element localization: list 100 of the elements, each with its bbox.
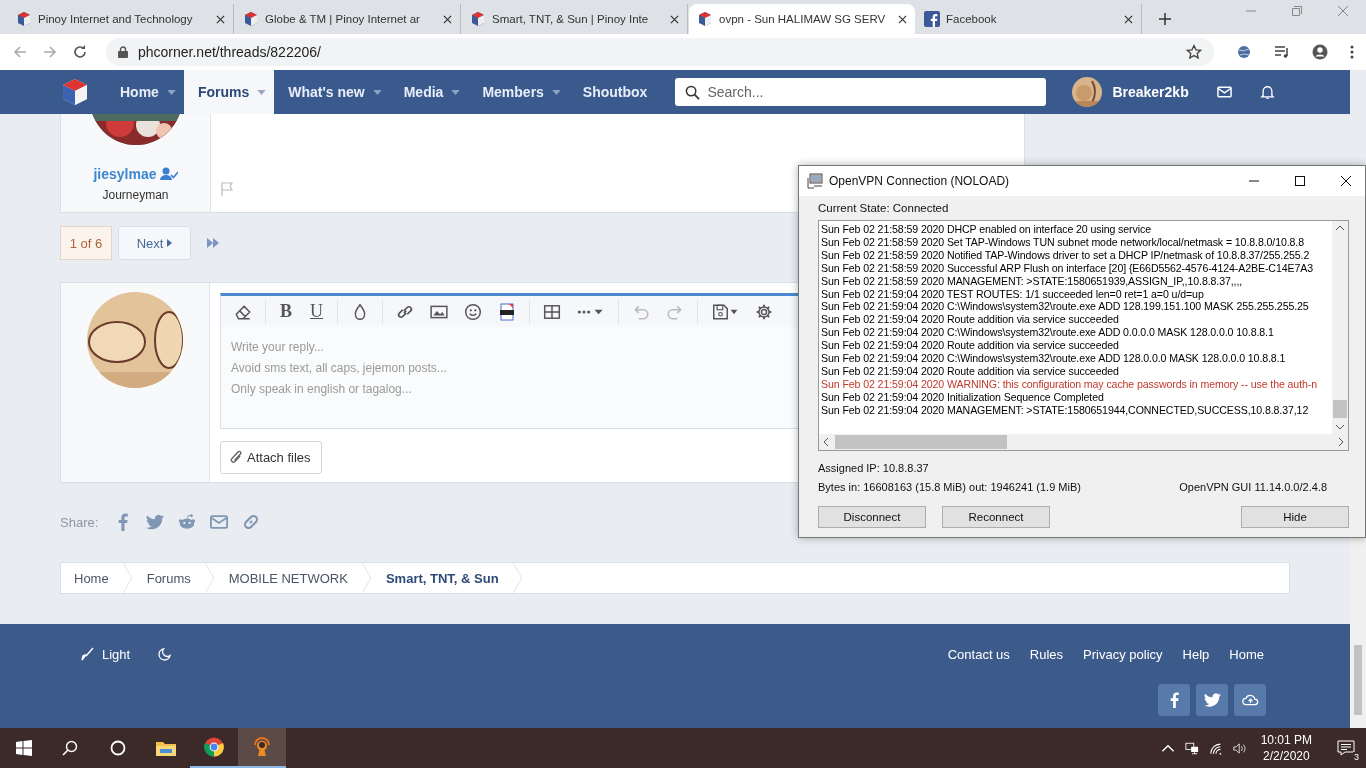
caret-icon[interactable] <box>372 89 382 95</box>
notifications-button[interactable]: 3 <box>1326 728 1366 768</box>
page-indicator[interactable]: 1 of 6 <box>60 226 112 260</box>
footer-link[interactable]: Help <box>1182 646 1210 662</box>
tab-title: ovpn - Sun HALIMAW SG SERV <box>719 13 887 25</box>
underline-button[interactable]: U <box>302 301 331 322</box>
footer-link[interactable]: Rules <box>1029 646 1064 662</box>
search-icon <box>685 85 701 100</box>
close-icon[interactable] <box>216 14 225 24</box>
last-page-icon[interactable] <box>207 238 219 248</box>
new-tab-icon[interactable] <box>1159 13 1171 25</box>
nav-tab[interactable]: Shoutbox <box>568 70 656 114</box>
scroll-thumb[interactable] <box>1333 400 1347 418</box>
lock-icon <box>118 46 128 58</box>
volume-icon[interactable] <box>1232 741 1247 755</box>
cloud-upload-button[interactable] <box>1234 684 1266 716</box>
twitter-icon[interactable] <box>146 513 165 531</box>
scroll-up-icon[interactable] <box>1335 225 1345 231</box>
reddit-icon[interactable] <box>178 513 197 531</box>
user-rank: Journeyman <box>102 188 169 202</box>
username[interactable]: Breaker2kb <box>1112 84 1189 100</box>
share-label: Share: <box>60 514 99 530</box>
cube-logo-icon <box>16 11 32 27</box>
log-line: Sun Feb 02 21:59:04 2020 TEST ROUTES: 1/1 succeeded len=0 ret=1 a=0 u/d=up <box>821 287 1205 301</box>
attach-files-button[interactable]: Attach files <box>220 441 322 474</box>
browser-tab[interactable]: ovpn - Sun HALIMAW SG SERV <box>689 4 915 34</box>
facebook-icon <box>924 11 940 27</box>
menu-icon[interactable] <box>1350 44 1354 60</box>
footer-link[interactable]: Contact us <box>947 646 1010 662</box>
caret-icon[interactable] <box>451 89 461 95</box>
taskbar-app[interactable] <box>238 728 286 768</box>
keyhole-app-icon <box>251 737 273 757</box>
close-icon[interactable] <box>670 14 679 24</box>
close-icon[interactable] <box>1341 176 1351 186</box>
brush-icon <box>80 647 94 661</box>
restore-icon[interactable] <box>1292 6 1302 16</box>
caret-icon[interactable] <box>551 89 561 95</box>
taskbar-clock[interactable]: 10:01 PM 2/2/2020 <box>1260 732 1312 764</box>
bookmark-star-icon[interactable] <box>1186 44 1202 60</box>
breadcrumb-link[interactable]: Forums <box>146 570 205 586</box>
scroll-left-icon[interactable] <box>823 437 829 447</box>
window-button[interactable]: Hide <box>1241 506 1349 528</box>
tab-title: Pinoy Internet and Technology <box>38 13 194 25</box>
scroll-thumb[interactable] <box>835 435 1007 449</box>
breadcrumb-link[interactable]: Smart, TNT, & Sun <box>385 570 513 586</box>
twitter-button[interactable] <box>1196 684 1228 716</box>
tab-title: Smart, TNT, & Sun | Pinoy Inte <box>492 13 650 25</box>
cloud-upload-icon <box>1241 692 1259 708</box>
breadcrumb-link[interactable]: Home <box>74 570 123 586</box>
nav-tab[interactable]: Media <box>389 70 469 114</box>
log-horizontal-scrollbar[interactable] <box>819 434 1348 450</box>
maximize-icon[interactable] <box>1295 176 1305 186</box>
wifi-icon[interactable] <box>1208 741 1223 755</box>
next-button[interactable]: Next <box>118 226 191 260</box>
username[interactable]: jiesylmae <box>93 166 157 182</box>
bell-icon[interactable] <box>1259 85 1275 99</box>
caret-icon[interactable] <box>166 89 176 95</box>
page-scrollbar[interactable] <box>1350 538 1366 728</box>
media-control-icon[interactable] <box>1274 44 1290 60</box>
log-scrollbar[interactable] <box>1332 221 1348 434</box>
nav-tab[interactable]: What's new <box>274 70 390 114</box>
log-line: Sun Feb 02 21:58:59 2020 Successful ARP Flush on interface [20] {E66D5562-4576-4124-A2BE-C14E7A3 <box>821 261 1314 275</box>
window-button[interactable]: Disconnect <box>818 506 926 528</box>
window-button[interactable]: Reconnect <box>942 506 1050 528</box>
close-icon[interactable] <box>443 14 452 24</box>
clock-date: 2/2/2020 <box>1262 748 1310 764</box>
bold-button[interactable]: B <box>272 301 300 322</box>
close-icon[interactable] <box>1124 14 1133 24</box>
address-field[interactable]: phcorner.net/threads/822206/ <box>106 38 1214 66</box>
window-title: OpenVPN Connection (NOLOAD) <box>829 174 1010 188</box>
globe-extension-icon[interactable] <box>1236 44 1252 60</box>
footer-link[interactable]: Home <box>1229 646 1264 662</box>
style-chooser-link[interactable]: Light <box>80 646 131 662</box>
moon-icon[interactable] <box>158 647 172 661</box>
profile-icon[interactable] <box>1312 44 1328 60</box>
scroll-down-icon[interactable] <box>1335 424 1345 430</box>
twitter-icon <box>1203 692 1221 708</box>
network-icon[interactable] <box>1184 741 1199 755</box>
nav-tab[interactable]: Forums <box>183 70 275 114</box>
triangle-right-icon <box>167 239 173 247</box>
reload-icon[interactable] <box>72 44 88 60</box>
log-line: Sun Feb 02 21:59:04 2020 Route addition via service succeeded <box>821 313 1120 327</box>
close-icon[interactable] <box>898 14 907 24</box>
scroll-right-icon[interactable] <box>1338 437 1344 447</box>
nav-tab[interactable]: Members <box>468 70 569 114</box>
cube-logo-icon[interactable] <box>60 77 90 107</box>
bytes-counter: Bytes in: 16608163 (15.8 MiB) out: 1946241 (1.9 MiB) <box>818 481 1081 493</box>
search-field[interactable]: Search... <box>675 78 1047 106</box>
log-line: Sun Feb 02 21:58:59 2020 MANAGEMENT: >STATE:1580651939,ASSIGN_IP,,10.8.8.37,,,, <box>821 274 1244 288</box>
mail-icon[interactable] <box>1216 85 1232 99</box>
facebook-button[interactable] <box>1158 684 1190 716</box>
cube-logo-icon <box>470 11 486 27</box>
footer-link[interactable]: Privacy policy <box>1083 646 1163 662</box>
monitor-icon <box>807 173 823 189</box>
breadcrumb-link[interactable]: MOBILE NETWORK <box>228 570 362 586</box>
paperclip-icon <box>229 449 243 466</box>
clock-time: 10:01 PM <box>1260 732 1312 748</box>
version-label: OpenVPN GUI 11.14.0.0/2.4.8 <box>1179 481 1327 493</box>
nav-tab[interactable]: Home <box>106 70 184 114</box>
log-line: Sun Feb 02 21:58:59 2020 Notified TAP-Windows driver to set a DHCP IP/netmask of 10.8.8.37/255.255.2 <box>821 248 1311 262</box>
